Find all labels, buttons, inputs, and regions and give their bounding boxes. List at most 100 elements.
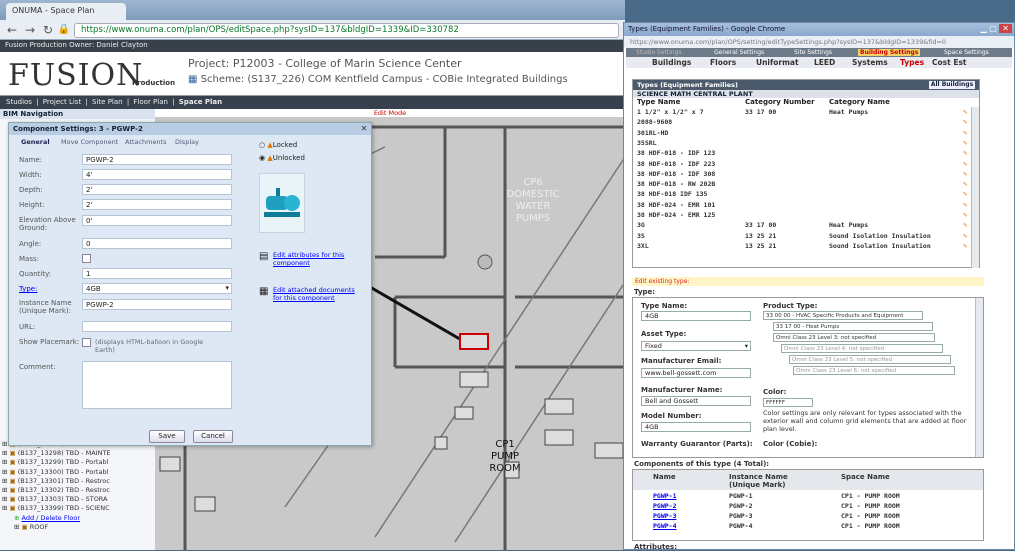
type-row[interactable]: 2088-9608 ✎ — [633, 118, 967, 127]
subtab-cost-est[interactable]: Cost Est — [932, 58, 967, 67]
edit-pencil-icon[interactable]: ✎ — [963, 201, 971, 209]
tree-item-roof[interactable]: ⊞ ▣ ROOF — [2, 523, 152, 532]
elevation-field[interactable]: 0' — [82, 215, 232, 226]
depth-field[interactable]: 2' — [82, 184, 232, 195]
component-link[interactable]: PGWP-3 — [653, 512, 676, 520]
type-link[interactable]: Type: — [19, 285, 79, 293]
nav-studios[interactable]: Studios — [6, 98, 32, 106]
height-field[interactable]: 2' — [82, 199, 232, 210]
type-row[interactable]: 3S 13 25 21 Sound Isolation Insulation ✎ — [633, 232, 967, 241]
product-subtype-select[interactable]: 33 17 00 - Heat Pumps — [773, 322, 933, 331]
cancel-button[interactable]: Cancel — [193, 430, 233, 443]
close-window-icon[interactable]: ✕ — [999, 24, 1012, 33]
width-field[interactable]: 4' — [82, 169, 232, 180]
url-input[interactable] — [82, 321, 232, 332]
edit-pencil-icon[interactable]: ✎ — [963, 119, 971, 126]
edit-pencil-icon[interactable]: ✎ — [963, 139, 971, 147]
maximize-icon[interactable]: ▢ — [989, 24, 997, 33]
type-row[interactable]: 38 HDF-018 - IDF 223 ✎ — [633, 160, 967, 169]
type-row[interactable]: 3XL 13 25 21 Sound Isolation Insulation ✎ — [633, 242, 967, 251]
type-row[interactable]: 38 HDF-018 - IDF 308 ✎ — [633, 170, 967, 179]
type-row[interactable]: 38 HDF-018 - RW 202B ✎ — [633, 180, 967, 189]
subtab-types[interactable]: Types — [900, 58, 924, 67]
save-button[interactable]: Save — [149, 430, 185, 443]
name-field[interactable]: PGWP-2 — [82, 154, 232, 165]
tree-item[interactable]: ⊞ ▣ (B137_13302) TBD - Restroc — [2, 486, 152, 495]
product-type-select[interactable]: 33 00 00 - HVAC Specific Products and Eq… — [763, 311, 923, 320]
edit-pencil-icon[interactable]: ✎ — [963, 160, 971, 168]
locked-option[interactable]: ○ ▲Locked — [259, 141, 305, 154]
unlocked-option[interactable]: ◉ ▲Unlocked — [259, 154, 305, 167]
omni-level6-select[interactable]: Omni Class 23 Level 6: not specified — [793, 366, 955, 375]
type-row[interactable]: 38 HDF-024 - EMR 125 ✎ — [633, 211, 967, 220]
placemark-checkbox[interactable] — [82, 338, 91, 347]
types-scrollbar[interactable] — [971, 107, 979, 268]
edit-pencil-icon[interactable]: ✎ — [963, 129, 971, 137]
color-select[interactable]: FFFFFF — [763, 398, 813, 407]
type-select[interactable]: 4GB ▾ — [82, 283, 232, 294]
url-field[interactable]: https://www.onuma.com/plan/OPS/editSpace… — [74, 23, 619, 38]
model-number-field[interactable]: 4GB — [641, 422, 751, 432]
subtab-floors[interactable]: Floors — [710, 58, 736, 67]
all-buildings-button[interactable]: All Buildings — [929, 81, 975, 89]
component-link[interactable]: PGWP-1 — [653, 492, 676, 500]
nav-space-plan[interactable]: Space Plan — [179, 98, 222, 106]
tab-general-settings[interactable]: General Settings — [714, 49, 764, 56]
quantity-field[interactable]: 1 — [82, 268, 232, 279]
omni-level5-select[interactable]: Omni Class 23 Level 5: not specified — [789, 355, 951, 364]
edit-pencil-icon[interactable]: ✎ — [963, 181, 971, 188]
subtab-uniformat[interactable]: Uniformat — [756, 58, 799, 67]
tree-item[interactable]: ⊞ ▣ (B137_13300) TBD - Portabl — [2, 468, 152, 477]
browser-tab[interactable]: ONUMA - Space Plan — [6, 3, 126, 20]
type-row[interactable]: 38 HDF-024 - EMR 101 ✎ — [633, 201, 967, 210]
omni-level4-select[interactable]: Omni Class 23 Level 4: not specified — [781, 344, 943, 353]
tree-item[interactable]: ⊞ ▣ (B137_13299) TBD - Portabl — [2, 458, 152, 467]
tab-building-settings[interactable]: Building Settings — [858, 49, 921, 56]
minimize-icon[interactable]: ▁ — [980, 24, 986, 33]
edit-pencil-icon[interactable]: ✎ — [963, 222, 971, 229]
forward-icon[interactable]: → — [22, 22, 38, 38]
nav-project-list[interactable]: Project List — [43, 98, 81, 106]
component-link[interactable]: PGWP-4 — [653, 522, 676, 530]
mfr-name-field[interactable]: Bell and Gossett — [641, 396, 751, 406]
omni-level3-select[interactable]: Omni Class 23 Level 3: not specified — [773, 333, 935, 342]
component-link[interactable]: PGWP-2 — [653, 502, 676, 510]
tab-space-settings[interactable]: Space Settings — [944, 49, 989, 56]
nav-floor-plan[interactable]: Floor Plan — [133, 98, 168, 106]
edit-pencil-icon[interactable]: ✎ — [963, 109, 971, 116]
type-row[interactable]: 3G 33 17 00 Heat Pumps ✎ — [633, 221, 967, 230]
nav-site-plan[interactable]: Site Plan — [92, 98, 123, 106]
right-url-bar[interactable]: https://www.onuma.com/plan/OPS/setting/e… — [624, 36, 1014, 48]
edit-pencil-icon[interactable]: ✎ — [963, 191, 971, 198]
dialog-title[interactable]: Component Settings: 3 - PGWP-2 — [9, 123, 371, 135]
mfr-email-field[interactable]: www.bell-gossett.com — [641, 368, 751, 378]
close-icon[interactable]: ✕ — [359, 124, 369, 134]
add-delete-floor-link[interactable]: ⊕ Add / Delete Floor — [2, 514, 152, 523]
tree-item[interactable]: ⊞ ▣ (B137_13301) TBD - Restroc — [2, 477, 152, 486]
tree-item[interactable]: ⊞ ▣ (B137_13303) TBD - STORA — [2, 495, 152, 504]
type-row[interactable]: 35SRL ✎ — [633, 139, 967, 148]
tab-display[interactable]: Display — [175, 138, 199, 146]
edit-pencil-icon[interactable]: ✎ — [963, 150, 971, 157]
edit-pencil-icon[interactable]: ✎ — [963, 170, 971, 178]
tab-move-component[interactable]: Move Component — [61, 138, 118, 146]
asset-type-select[interactable]: Fixed ▾ — [641, 341, 751, 351]
window-title[interactable]: Types (Equipment Families) - Google Chro… — [624, 23, 1014, 36]
subtab-buildings[interactable]: Buildings — [652, 58, 691, 67]
tab-site-settings[interactable]: Site Settings — [794, 49, 832, 56]
instance-name-field[interactable]: PGWP-2 — [82, 299, 232, 310]
type-row[interactable]: 301RL-HD ✎ — [633, 129, 967, 138]
type-row[interactable]: 38 HDF-018 - IDF 123 ✎ — [633, 149, 967, 158]
edit-pencil-icon[interactable]: ✎ — [963, 232, 971, 240]
subtab-systems[interactable]: Systems — [852, 58, 888, 67]
tab-studio-settings[interactable]: Studio Settings — [636, 49, 682, 56]
tab-general[interactable]: General — [21, 138, 50, 146]
angle-field[interactable]: 0 — [82, 238, 232, 249]
reload-icon[interactable]: ↻ — [40, 22, 56, 38]
edit-pencil-icon[interactable]: ✎ — [963, 242, 971, 250]
subtab-leed[interactable]: LEED — [814, 58, 835, 67]
type-name-field[interactable]: 4GB — [641, 311, 751, 321]
back-icon[interactable]: ← — [4, 22, 20, 38]
type-row[interactable]: 1 1/2" x 1/2" x 7 33 17 00 Heat Pumps ✎ — [633, 108, 967, 117]
tree-item[interactable]: ⊞ ▣ (B137_13399) TBD - SCIENC — [2, 504, 152, 513]
